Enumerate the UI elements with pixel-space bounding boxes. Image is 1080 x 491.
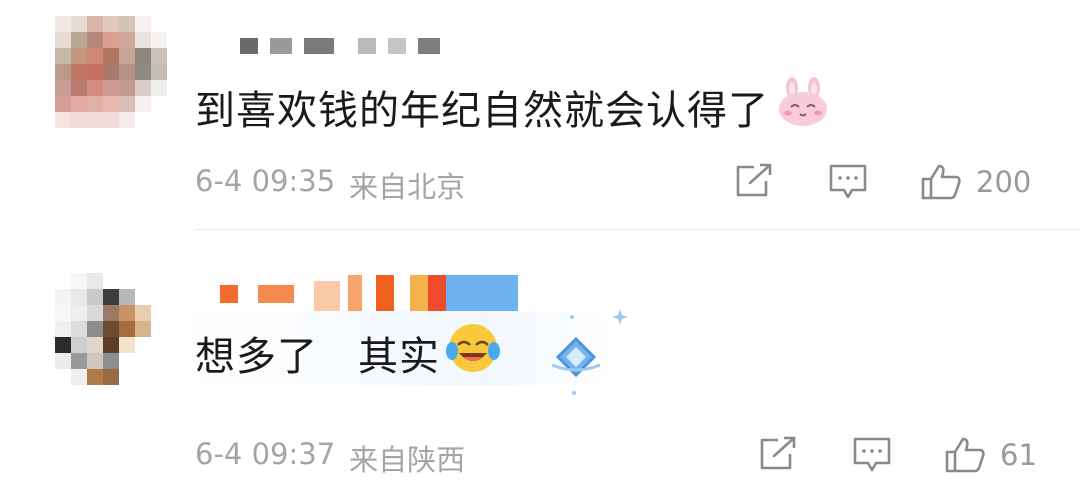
like-button[interactable]: 61 — [944, 436, 1037, 474]
location: 来自北京 — [349, 170, 466, 204]
share-icon — [734, 163, 774, 199]
comment-body-part1: 想多了 — [195, 334, 318, 380]
comment-icon — [828, 163, 868, 201]
timestamp: 6-4 09:35 — [195, 164, 336, 198]
share-button[interactable] — [734, 163, 774, 199]
like-count: 200 — [976, 165, 1032, 199]
comment-meta: 6-4 09:35 来自北京 — [195, 164, 465, 206]
comment-body: 到喜欢钱的年纪自然就会认得了 — [195, 88, 769, 134]
comment-meta: 6-4 09:37 来自陕西 — [195, 437, 465, 479]
comment-icon — [852, 436, 892, 474]
username[interactable] — [220, 275, 518, 311]
share-icon — [758, 436, 798, 472]
comment-text: 到喜欢钱的年纪自然就会认得了 — [195, 76, 831, 138]
laughing-crying-emoji-icon — [446, 321, 500, 385]
bunny-face-emoji-icon — [775, 76, 831, 138]
timestamp: 6-4 09:37 — [195, 437, 336, 471]
blue-diamond-badge-icon — [516, 309, 636, 397]
comment-item: 到喜欢钱的年纪自然就会认得了 6-4 09:35 来自北京 200 — [0, 0, 1080, 230]
thumbs-up-icon — [944, 436, 986, 474]
thumbs-up-icon — [920, 163, 962, 201]
comment-text: 想多了 其实 — [195, 321, 500, 385]
like-button[interactable]: 200 — [920, 163, 1031, 201]
like-count: 61 — [1000, 438, 1037, 472]
share-button[interactable] — [758, 436, 798, 472]
avatar[interactable] — [55, 273, 167, 385]
avatar[interactable] — [55, 16, 167, 128]
comment-body-part2: 其实 — [358, 334, 440, 380]
reply-button[interactable] — [828, 163, 868, 201]
reply-button[interactable] — [852, 436, 892, 474]
username[interactable] — [240, 38, 440, 56]
comment-item: 想多了 其实 6-4 09:37 来自陕西 61 — [0, 231, 1080, 491]
location: 来自陕西 — [349, 443, 466, 477]
divider — [195, 229, 1080, 230]
